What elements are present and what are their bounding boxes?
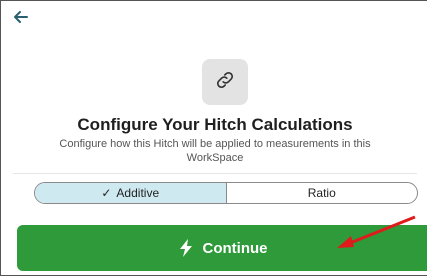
back-arrow-icon[interactable] bbox=[11, 7, 35, 31]
toggle-option-label: Additive bbox=[116, 186, 160, 200]
toggle-option-ratio[interactable]: Ratio bbox=[227, 183, 418, 203]
divider bbox=[13, 173, 417, 174]
page-subtitle: Configure how this Hitch will be applied… bbox=[59, 138, 371, 164]
toggle-option-label: Ratio bbox=[307, 186, 336, 200]
link-icon bbox=[214, 69, 236, 96]
lightning-bolt-icon bbox=[179, 239, 193, 257]
continue-button-label: Continue bbox=[202, 239, 268, 257]
calculation-mode-toggle: ✓ Additive Ratio bbox=[34, 182, 418, 204]
hitch-icon-tile bbox=[202, 59, 248, 105]
checkmark-icon: ✓ bbox=[101, 186, 112, 200]
toggle-option-additive[interactable]: ✓ Additive bbox=[35, 183, 227, 203]
continue-button[interactable]: Continue bbox=[17, 225, 427, 271]
page-title: Configure Your Hitch Calculations bbox=[77, 115, 353, 134]
dialog: Configure Your Hitch Calculations Config… bbox=[0, 0, 427, 276]
